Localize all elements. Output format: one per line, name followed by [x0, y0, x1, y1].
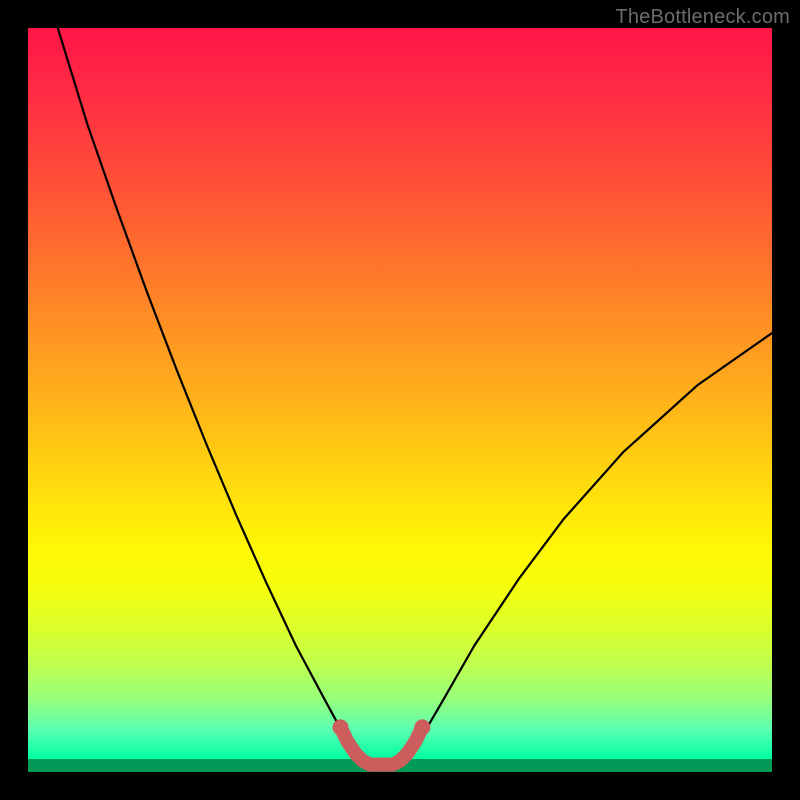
curve-layer: [28, 28, 772, 772]
chart-stage: TheBottleneck.com: [0, 0, 800, 800]
plot-area: [28, 28, 772, 772]
bottleneck-curve: [58, 28, 772, 765]
watermark-text: TheBottleneck.com: [615, 6, 790, 29]
valley-highlight: [341, 727, 423, 764]
